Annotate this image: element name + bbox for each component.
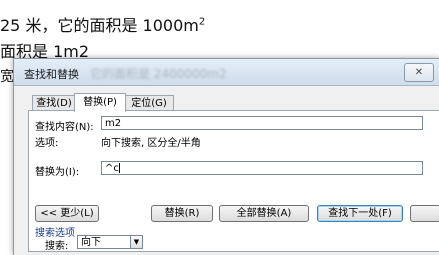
replace-all-button[interactable]: 全部替换(A) xyxy=(219,205,309,222)
find-replace-dialog: 查找和替换 它的面积是 2400000m2 ✕ 查找(D) 替换(P) 定位(G… xyxy=(13,58,439,255)
less-button[interactable]: << 更少(L) xyxy=(35,205,99,222)
search-direction-select[interactable]: 向下 xyxy=(77,235,131,249)
close-icon: ✕ xyxy=(414,67,424,78)
find-next-button[interactable]: 查找下一处(F) xyxy=(317,205,403,222)
tab-replace[interactable]: 替换(P) xyxy=(74,93,126,112)
close-button[interactable]: ✕ xyxy=(404,63,434,82)
cancel-button-partial[interactable] xyxy=(410,205,439,222)
document-line-1: 25 米，它的面积是 1000m2 xyxy=(0,12,205,36)
find-what-input[interactable]: m2 xyxy=(101,116,423,130)
replace-button[interactable]: 替换(R) xyxy=(151,205,213,222)
tab-find[interactable]: 查找(D) xyxy=(32,95,76,111)
search-direction-label: 搜索: xyxy=(45,241,69,252)
text-cursor xyxy=(118,163,120,173)
replace-with-input[interactable]: ^c xyxy=(101,161,423,175)
replace-panel: 查找内容(N): m2 选项: 向下搜索, 区分全/半角 替换为(I): ^c … xyxy=(28,110,439,252)
blurred-title-text: 它的面积是 2400000m2 xyxy=(90,67,227,81)
dialog-titlebar[interactable]: 查找和替换 它的面积是 2400000m2 ✕ xyxy=(14,59,439,86)
dialog-title: 查找和替换 xyxy=(24,68,79,81)
document-line-3: 宽 xyxy=(0,69,14,85)
find-what-label: 查找内容(N): xyxy=(35,122,94,133)
superscript-2: 2 xyxy=(198,16,206,28)
chevron-down-icon[interactable]: ▼ xyxy=(130,235,143,249)
replace-with-value: ^c xyxy=(105,163,119,174)
options-label: 选项: xyxy=(35,138,59,149)
options-value: 向下搜索, 区分全/半角 xyxy=(101,138,201,149)
document-line-1-text: 25 米，它的面积是 1000m xyxy=(0,16,199,35)
tab-goto[interactable]: 定位(G) xyxy=(124,95,174,111)
replace-with-label: 替换为(I): xyxy=(35,167,80,178)
